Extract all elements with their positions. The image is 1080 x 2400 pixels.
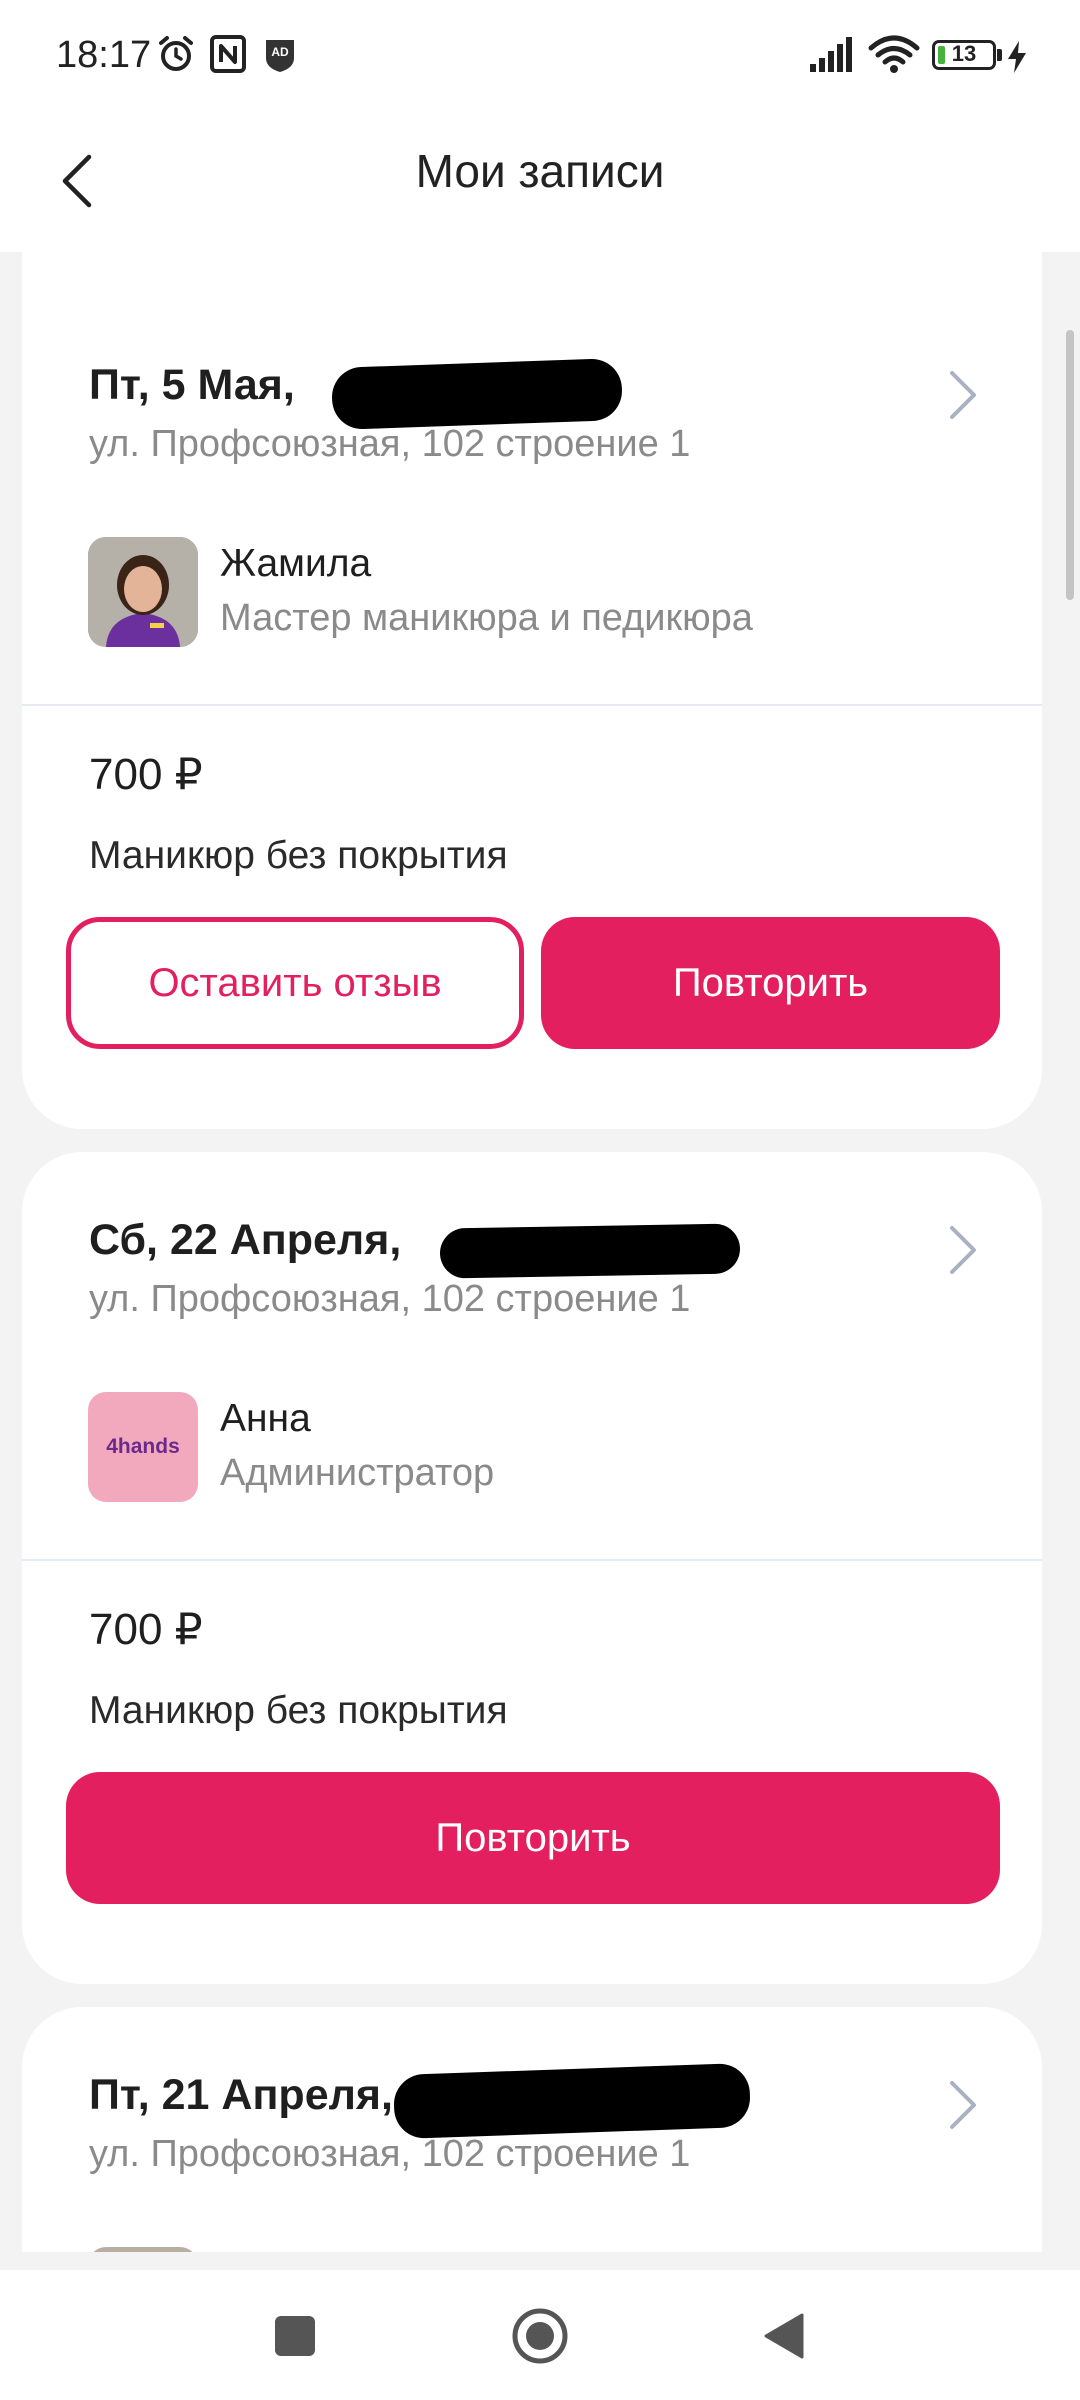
home-button[interactable] [504,2300,576,2372]
appointment-address: ул. Профсоюзная, 102 строение 1 [89,423,691,465]
redaction-mark [392,2062,752,2140]
appointment-card: Пт, 5 Мая, ул. Профсоюзная, 102 строение… [22,297,1042,1129]
master-name: Анна [220,1397,311,1440]
appointments-list[interactable]: Пт, 5 Мая, ул. Профсоюзная, 102 строение… [0,252,1080,2252]
back-triangle-icon [764,2313,804,2359]
scrollbar[interactable] [1066,330,1074,600]
battery-level: 13 [951,41,977,66]
leave-review-button[interactable]: Оставить отзыв [66,917,524,1049]
avatar [88,537,198,647]
service-name: Маникюр без покрытия [89,834,508,877]
master-name: Жамила [220,542,372,585]
appointment-date: Пт, 5 Мая, [89,361,295,409]
appointment-date: Сб, 22 Апреля, [89,1216,402,1264]
service-name: Маникюр без покрытия [89,1689,508,1732]
avatar: 4hands [88,1392,198,1502]
battery-icon: 13 [932,40,996,70]
appointment-card: Сб, 22 Апреля, ул. Профсоюзная, 102 стро… [22,1152,1042,1984]
alarm-icon [159,36,193,71]
status-time: 18:17 [56,34,152,76]
appointment-price: 700 ₽ [89,750,203,799]
chevron-right-icon [950,2081,976,2129]
battery-cap [997,49,1002,61]
divider [22,1559,1042,1561]
wifi-icon [868,35,920,73]
svg-text:AD: AD [271,45,289,59]
appointment-address: ул. Профсоюзная, 102 строение 1 [89,2133,691,2175]
page-title: Мои записи [415,145,665,197]
appointment-header[interactable]: Сб, 22 Апреля, ул. Профсоюзная, 102 стро… [22,1152,1042,1402]
signal-icon [810,37,852,72]
recents-button[interactable] [259,2300,331,2372]
system-nav-bar [0,2270,1080,2400]
chevron-right-icon [950,371,976,419]
redaction-mark [331,357,623,431]
repeat-button[interactable]: Повторить [541,917,1000,1049]
appointment-card: Пт, 21 Апреля, ул. Профсоюзная, 102 стро… [22,2007,1042,2252]
system-back-button[interactable] [748,2300,820,2372]
master-role: Администратор [220,1452,495,1494]
repeat-button[interactable]: Повторить [66,1772,1000,1904]
appointment-date: Пт, 21 Апреля, [89,2071,393,2119]
recents-square-icon [275,2316,315,2356]
appointment-address: ул. Профсоюзная, 102 строение 1 [89,1278,691,1320]
avatar [88,2247,198,2252]
app-header: Мои записи [0,112,1080,252]
nfc-icon [210,35,246,73]
appointment-price: 700 ₽ [89,1605,203,1654]
chevron-right-icon [950,1226,976,1274]
charging-icon [1008,41,1026,73]
redaction-mark [439,1223,741,1279]
adblocker-icon: AD [266,40,294,72]
divider [22,704,1042,706]
avatar-logo-text: 4hands [106,1435,180,1458]
status-bar: 18:17 AD 13 [0,0,1080,112]
appointment-header[interactable]: Пт, 5 Мая, ул. Профсоюзная, 102 строение… [22,297,1042,547]
master-role: Мастер маникюра и педикюра [220,597,753,639]
home-circle-icon [512,2308,568,2364]
appointment-header[interactable]: Пт, 21 Апреля, ул. Профсоюзная, 102 стро… [22,2007,1042,2252]
